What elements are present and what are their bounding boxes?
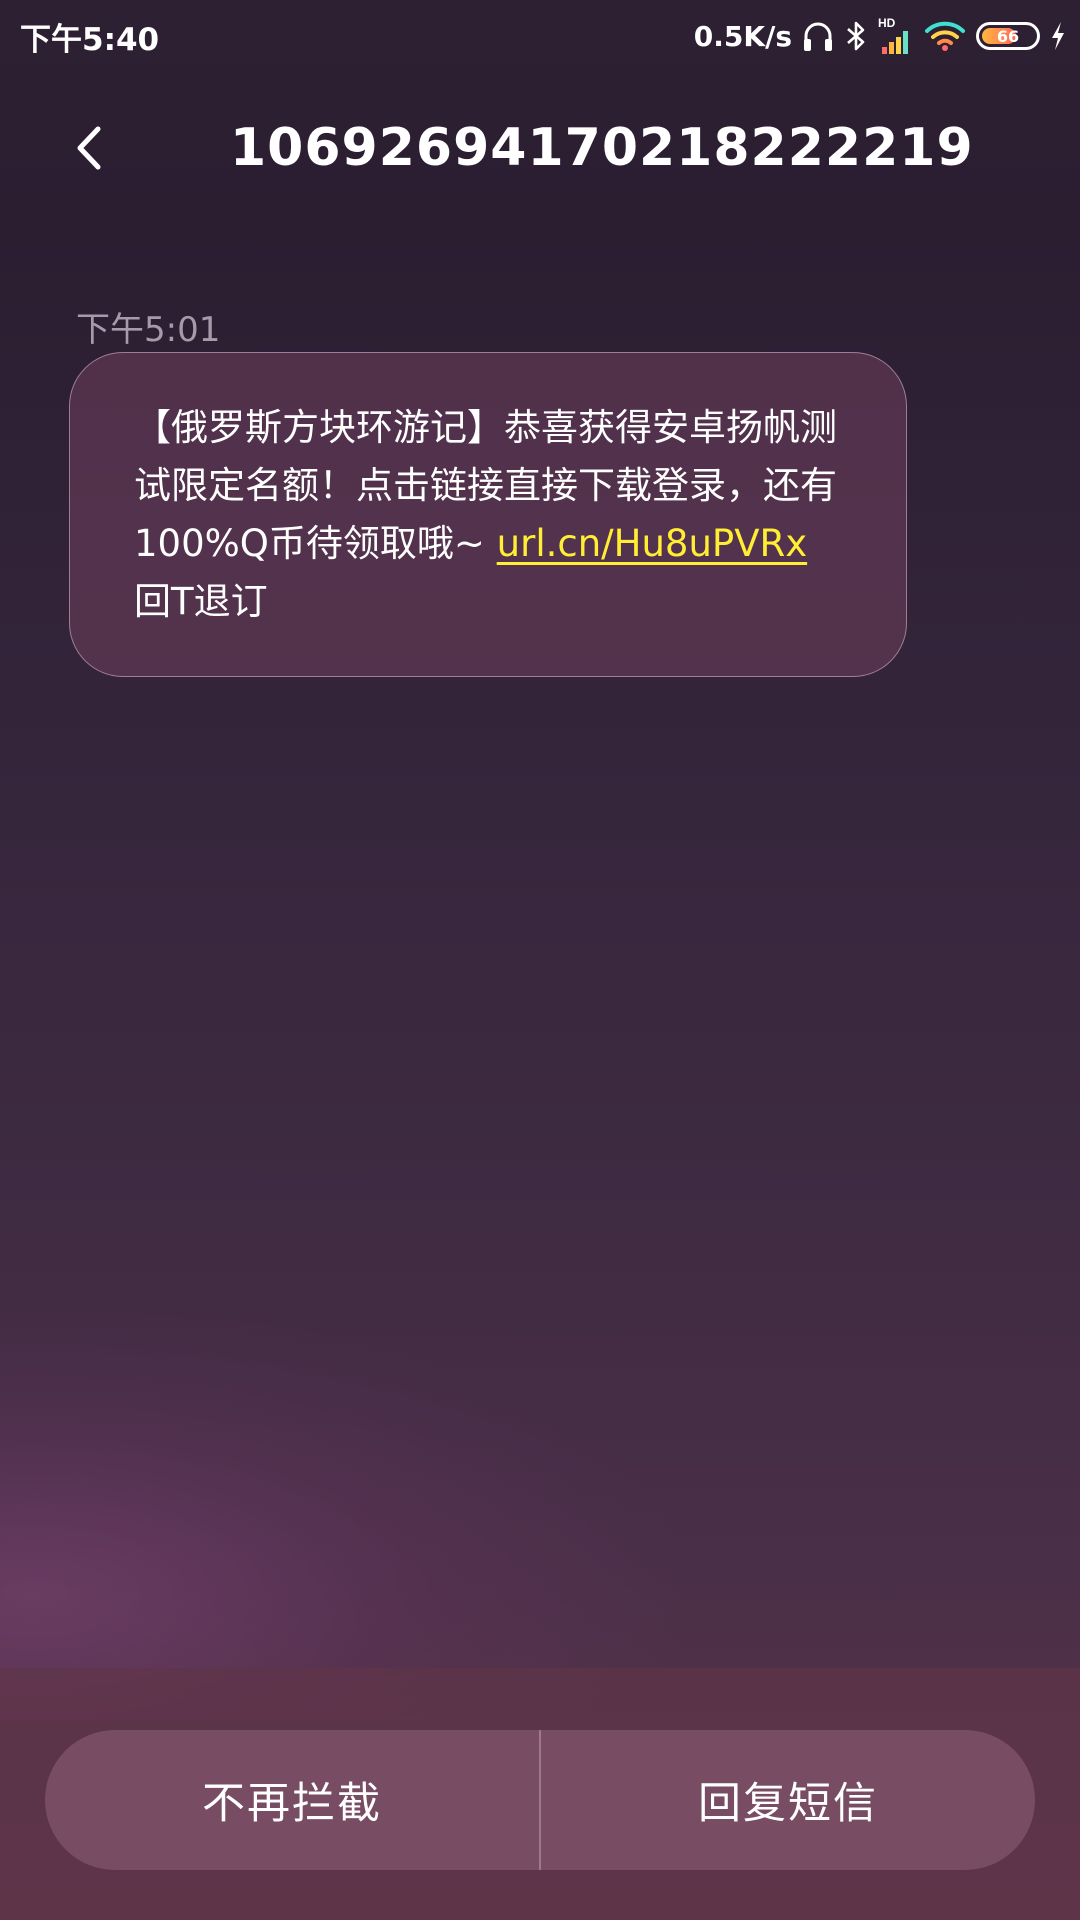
status-indicators: 0.5K/s HD 66 xyxy=(694,14,1066,58)
battery-level: 66 xyxy=(996,26,1020,46)
cell-signal-icon: HD xyxy=(878,16,914,56)
status-bar: 下午5:40 0.5K/s HD 66 xyxy=(0,0,1080,72)
chevron-left-icon xyxy=(77,126,101,170)
conversation-header: 10692694170218222219 xyxy=(0,72,1080,232)
bluetooth-icon xyxy=(844,19,868,53)
wifi-icon xyxy=(924,20,966,52)
hd-badge: HD xyxy=(878,16,896,30)
stop-blocking-button[interactable]: 不再拦截 xyxy=(45,1730,539,1870)
message-timestamp: 下午5:01 xyxy=(76,310,221,350)
network-speed: 0.5K/s xyxy=(693,19,792,53)
reply-sms-button[interactable]: 回复短信 xyxy=(541,1730,1035,1870)
back-button[interactable] xyxy=(60,118,120,178)
bottom-action-bar: 不再拦截 回复短信 xyxy=(0,1668,1080,1920)
action-button-group: 不再拦截 回复短信 xyxy=(45,1730,1035,1870)
background-glow xyxy=(0,1300,700,1720)
message-link[interactable]: url.cn/Hu8uPVRx xyxy=(497,522,807,565)
charging-icon xyxy=(1050,21,1066,51)
message-bubble[interactable]: 【俄罗斯方块环游记】恭喜获得安卓扬帆测试限定名额！点击链接直接下载登录，还有10… xyxy=(69,352,907,677)
headphones-icon xyxy=(802,19,834,53)
message-unsubscribe-text: 回T退订 xyxy=(134,580,268,623)
page-title: 10692694170218222219 xyxy=(230,118,974,178)
message-text: 【俄罗斯方块环游记】恭喜获得安卓扬帆测试限定名额！点击链接直接下载登录，还有10… xyxy=(134,399,844,631)
battery-icon: 66 xyxy=(976,22,1040,50)
status-time: 下午5:40 xyxy=(20,22,160,58)
